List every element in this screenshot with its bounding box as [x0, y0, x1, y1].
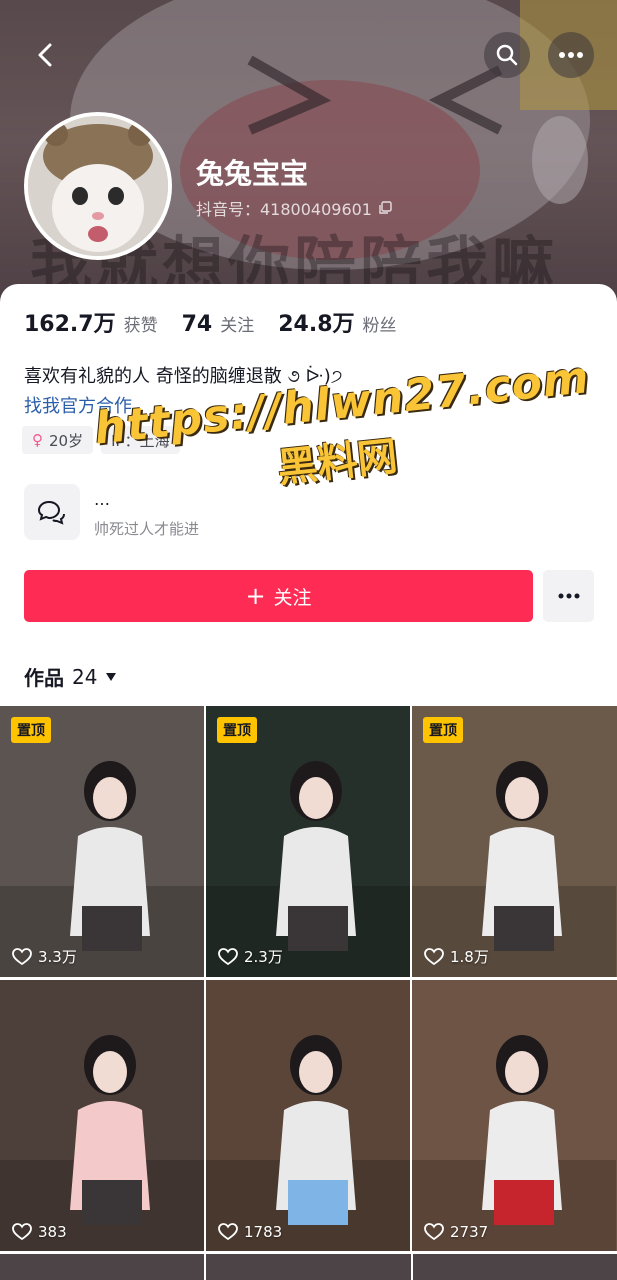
heart-icon	[12, 947, 32, 965]
video-grid-next-row	[0, 1254, 617, 1280]
profile-more-button[interactable]	[543, 570, 594, 622]
video-likes-count: 383	[38, 1223, 67, 1241]
video-cover-image	[412, 1035, 616, 1251]
works-tab[interactable]: 作品 24	[24, 662, 117, 691]
likes-count: 162.7万	[24, 312, 116, 337]
age-value: 20岁	[49, 431, 84, 450]
search-icon	[496, 44, 518, 66]
follow-label: 关注	[273, 586, 312, 609]
video-likes: 2.3万	[218, 946, 283, 967]
video-likes: 2737	[424, 1223, 488, 1241]
video-cover-image	[412, 761, 616, 977]
video-likes: 3.3万	[12, 946, 77, 967]
more-options-button[interactable]	[548, 32, 594, 78]
video-thumbnail-partial[interactable]	[206, 1254, 411, 1280]
video-cover-image	[206, 761, 410, 977]
works-count: 24	[72, 664, 98, 689]
video-thumbnail[interactable]: 2737	[412, 980, 617, 1251]
video-thumbnail[interactable]: 置顶 3.3万	[0, 706, 204, 977]
video-thumbnail[interactable]: 置顶 1.8万	[412, 706, 617, 977]
video-thumbnail[interactable]: 置顶 2.3万	[206, 706, 410, 977]
video-likes: 383	[12, 1223, 67, 1241]
profile-stats: 162.7万 获赞 74 关注 24.8万 粉丝	[24, 306, 421, 338]
works-label: 作品	[24, 666, 64, 690]
douyin-id[interactable]: 抖音号：41800409601	[196, 196, 392, 220]
plus-icon: +	[245, 582, 266, 610]
likes-label: 获赞	[123, 316, 158, 336]
group-description: 帅死过人才能进	[94, 520, 200, 538]
video-cover-image	[0, 1035, 204, 1251]
follow-button[interactable]: + 关注	[24, 570, 533, 622]
chat-bubbles-icon	[37, 500, 65, 525]
caret-down-icon	[106, 672, 117, 681]
heart-icon	[218, 1223, 238, 1241]
female-icon: ♀	[32, 431, 43, 449]
copy-icon	[379, 201, 392, 214]
video-cover-image	[0, 761, 204, 977]
video-grid: 置顶 3.3万 置顶 2.3万 置顶 1.8万 383 1783 2737	[0, 706, 617, 1251]
profile-banner: 我就想你陪陪我嘛 兔兔宝宝 抖音号：41800409601	[0, 0, 617, 310]
heart-icon	[424, 1223, 444, 1241]
video-likes-count: 3.3万	[38, 948, 77, 966]
age-tag: ♀ 20岁	[22, 426, 94, 454]
video-likes-count: 1.8万	[450, 948, 489, 966]
video-likes-count: 2737	[450, 1223, 489, 1241]
video-thumbnail[interactable]: 383	[0, 980, 204, 1251]
video-thumbnail[interactable]: 1783	[206, 980, 410, 1251]
avatar[interactable]	[24, 112, 172, 260]
back-button[interactable]	[22, 32, 68, 78]
video-likes: 1783	[218, 1223, 282, 1241]
video-thumbnail-partial[interactable]	[0, 1254, 205, 1280]
following-count[interactable]: 74	[182, 312, 213, 337]
group-chat-button[interactable]	[24, 484, 80, 540]
video-cover-image	[206, 1035, 410, 1251]
video-likes-count: 1783	[244, 1223, 283, 1241]
heart-icon	[424, 947, 444, 965]
followers-label[interactable]: 粉丝	[363, 311, 397, 336]
douyin-id-text: 抖音号：41800409601	[196, 200, 372, 219]
chevron-left-icon	[38, 43, 52, 67]
nickname: 兔兔宝宝	[196, 157, 309, 190]
more-horizontal-icon	[559, 52, 583, 58]
more-horizontal-icon	[558, 593, 579, 599]
pinned-badge: 置顶	[217, 717, 257, 743]
search-button[interactable]	[484, 32, 530, 78]
pinned-badge: 置顶	[423, 717, 463, 743]
video-likes-count: 2.3万	[244, 948, 283, 966]
video-thumbnail-partial[interactable]	[412, 1254, 617, 1280]
heart-icon	[12, 1223, 32, 1241]
avatar-image	[28, 116, 168, 256]
followers-count[interactable]: 24.8万	[278, 306, 354, 338]
heart-icon	[218, 947, 238, 965]
video-likes: 1.8万	[424, 946, 489, 967]
pinned-badge: 置顶	[11, 717, 51, 743]
following-label[interactable]: 关注	[220, 311, 254, 336]
